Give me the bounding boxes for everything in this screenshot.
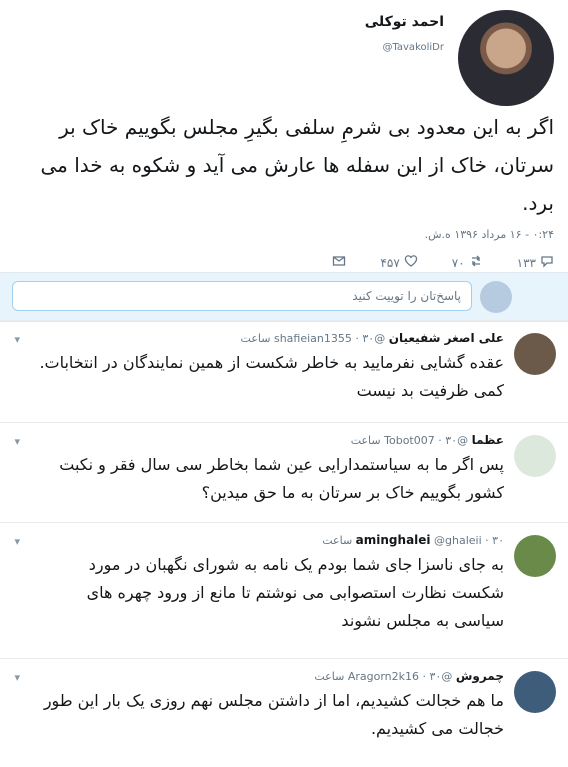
- reply-author-name[interactable]: aminghalei: [356, 533, 431, 547]
- reply-item[interactable]: aminghalei @ghaleii · ۳۰ ساعت به جای ناس…: [0, 522, 568, 659]
- tweet-page: احمد توکلی @TavakoliDr اگر به این معدود …: [0, 0, 568, 766]
- author-handle[interactable]: @TavakoliDr: [382, 42, 444, 53]
- tweet-actions: ۱۳۳ ۷۰ ۴۵۷: [332, 254, 554, 271]
- reply-author-handle[interactable]: @ghaleii: [434, 534, 482, 547]
- heart-icon: [404, 254, 418, 271]
- retweet-icon: [469, 254, 483, 271]
- reply-avatar[interactable]: [514, 333, 556, 375]
- reply-icon: [540, 254, 554, 271]
- envelope-icon: [332, 254, 346, 271]
- reply-author-name[interactable]: چمروش: [456, 669, 504, 683]
- tweet-text: اگر به این معدود بی شرمِ سلفی بگیرِ مجلس…: [40, 115, 555, 215]
- reply-input[interactable]: پاسخ‌تان را توییت کنید: [12, 281, 472, 311]
- reply-composer: پاسخ‌تان را توییت کنید: [0, 272, 568, 322]
- direct-message-button[interactable]: [332, 254, 346, 271]
- reply-header: aminghalei @ghaleii · ۳۰ ساعت: [322, 533, 504, 547]
- current-user-avatar: [480, 281, 512, 313]
- chevron-down-icon[interactable]: ▾: [10, 535, 20, 548]
- reply-avatar[interactable]: [514, 671, 556, 713]
- chevron-down-icon[interactable]: ▾: [10, 333, 20, 346]
- chevron-down-icon[interactable]: ▾: [10, 435, 20, 448]
- main-tweet: احمد توکلی @TavakoliDr اگر به این معدود …: [0, 0, 568, 272]
- retweet-button[interactable]: ۷۰: [452, 254, 483, 271]
- reply-header: عظما @Tobot007 · ۳۰ ساعت: [350, 433, 504, 447]
- reply-header: علی اصغر شفیعیان @shafieian1355 · ۳۰ ساع…: [240, 331, 504, 345]
- reply-avatar[interactable]: [514, 535, 556, 577]
- like-count: ۴۵۷: [380, 255, 400, 270]
- like-button[interactable]: ۴۵۷: [380, 254, 417, 271]
- reply-author-name[interactable]: عظما: [472, 433, 504, 447]
- reply-item[interactable]: عظما @Tobot007 · ۳۰ ساعت پس اگر ما به سی…: [0, 422, 568, 523]
- reply-avatar[interactable]: [514, 435, 556, 477]
- reply-item[interactable]: علی اصغر شفیعیان @shafieian1355 · ۳۰ ساع…: [0, 320, 568, 423]
- reply-text: پس اگر ما به سیاستمدارایی عین شما بخاطر …: [59, 455, 504, 502]
- retweet-count: ۷۰: [451, 255, 465, 270]
- reply-button[interactable]: ۱۳۳: [517, 254, 554, 271]
- reply-text: ما هم خجالت کشیدیم، اما از داشتن مجلس نه…: [43, 691, 504, 738]
- reply-header: چمروش @Aragorn2k16 · ۳۰ ساعت: [314, 669, 504, 683]
- reply-text: به جای ناسزا جای شما بودم یک نامه به شور…: [86, 555, 504, 630]
- author-avatar[interactable]: [458, 10, 554, 106]
- author-name[interactable]: احمد توکلی: [365, 14, 444, 30]
- reply-author-name[interactable]: علی اصغر شفیعیان: [389, 331, 504, 345]
- chevron-down-icon[interactable]: ▾: [10, 671, 20, 684]
- tweet-timestamp[interactable]: ۰:۲۴ - ۱۶ مرداد ۱۳۹۶ ه.ش.: [425, 228, 554, 241]
- reply-count: ۱۳۳: [516, 255, 536, 270]
- reply-text: عقده گشایی نفرمایید به خاطر شکست از همین…: [39, 353, 504, 400]
- reply-item[interactable]: چمروش @Aragorn2k16 · ۳۰ ساعت ما هم خجالت…: [0, 658, 568, 767]
